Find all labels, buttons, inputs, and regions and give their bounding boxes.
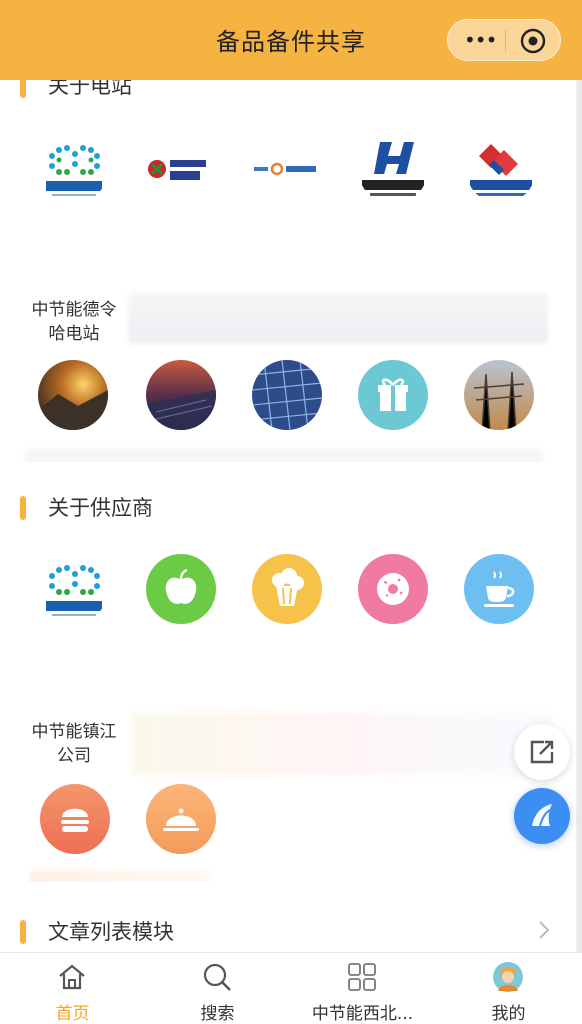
capsule-divider	[505, 30, 506, 52]
home-icon	[59, 964, 85, 990]
solar-sunset-photo-icon[interactable]	[146, 360, 216, 430]
popcorn-icon[interactable]	[252, 554, 322, 624]
grid-icon	[348, 963, 376, 991]
huaneng-logo-icon[interactable]	[358, 134, 428, 204]
cgn-logo-icon[interactable]	[250, 134, 320, 204]
spic-logo-icon[interactable]	[142, 134, 212, 204]
tab-search[interactable]: 搜索	[145, 953, 290, 1024]
more-icon[interactable]: •••	[464, 29, 497, 51]
sunset-photo-icon[interactable]	[38, 360, 108, 430]
section-accent-bar	[20, 920, 26, 944]
gift-icon[interactable]	[358, 360, 428, 430]
section-accent-bar	[20, 496, 26, 520]
station-card: 关于电站 中节能德令哈电站	[0, 80, 576, 526]
navigation-bar: 备品备件共享 •••	[0, 0, 582, 80]
cloche-icon[interactable]	[146, 784, 216, 854]
article-card[interactable]: 文章列表模块	[0, 882, 576, 952]
tab-company[interactable]: 中节能西北...	[290, 953, 435, 1024]
powerchina-logo-icon[interactable]	[466, 134, 536, 204]
supplier-section-title: 关于供应商	[48, 496, 153, 520]
service-icon	[532, 804, 552, 827]
supplier-card: 关于供应商 中节能镇江公司	[0, 462, 576, 948]
article-section-title: 文章列表模块	[48, 920, 174, 944]
apple-icon[interactable]	[146, 554, 216, 624]
section-accent-bar	[20, 80, 26, 98]
supplier-name-caption: 中节能镇江公司	[31, 722, 117, 766]
tab-profile[interactable]: 我的	[436, 953, 581, 1024]
tab-bar: 首页 搜索 中节能西北... 我的	[0, 952, 582, 1024]
substation-photo-icon[interactable]	[464, 360, 534, 430]
customer-service-button[interactable]	[514, 788, 570, 844]
cecep-logo-icon[interactable]	[38, 554, 108, 624]
close-miniprogram-icon[interactable]	[520, 28, 546, 54]
capsule-menu[interactable]: •••	[447, 19, 561, 61]
station-name-caption: 中节能德令哈电站	[31, 300, 117, 344]
blurred-caption-area	[128, 292, 548, 344]
burger-icon[interactable]	[40, 784, 110, 854]
chevron-right-icon[interactable]	[536, 918, 552, 942]
solar-panels-photo-icon[interactable]	[252, 360, 322, 430]
share-button[interactable]	[514, 724, 570, 780]
main-content[interactable]: 关于电站 中节能德令哈电站 关于供应商 中节能镇江公司 文章列表模块	[0, 80, 582, 952]
tab-company-label: 中节能西北...	[311, 1004, 414, 1024]
tab-home[interactable]: 首页	[0, 953, 145, 1024]
cecep-logo-icon[interactable]	[38, 134, 108, 204]
search-icon	[203, 963, 231, 991]
avatar-icon	[493, 962, 523, 992]
blurred-caption-area	[132, 712, 552, 776]
station-section-title: 关于电站	[48, 80, 132, 98]
donut-icon[interactable]	[358, 554, 428, 624]
tab-search-label: 搜索	[200, 1004, 235, 1024]
share-icon	[530, 740, 554, 764]
tab-profile-label: 我的	[491, 1004, 526, 1024]
coffee-icon[interactable]	[464, 554, 534, 624]
scrollbar[interactable]	[577, 80, 582, 952]
tab-home-label: 首页	[55, 1004, 90, 1024]
